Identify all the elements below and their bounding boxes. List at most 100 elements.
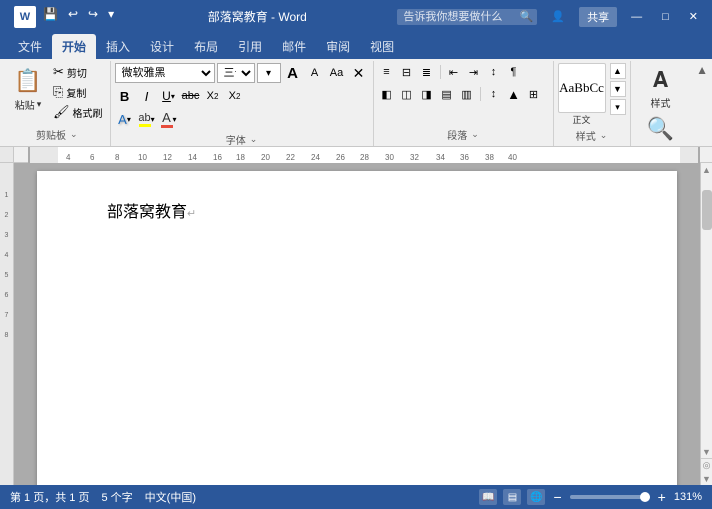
sort-button[interactable]: ↕ — [485, 63, 503, 81]
style-more-button[interactable]: ▾ — [610, 99, 626, 115]
styles-btn[interactable]: 𝐀 样式 — [645, 65, 677, 112]
ruler-num-20: 20 — [261, 153, 270, 162]
minimize-button[interactable]: — — [625, 9, 648, 25]
zoom-minus-button[interactable]: − — [551, 489, 563, 505]
superscript-button[interactable]: X2 — [225, 86, 245, 106]
paragraph-expand-icon[interactable]: ⌄ — [471, 129, 479, 140]
case-button[interactable]: Aa — [327, 63, 347, 83]
tab-insert[interactable]: 插入 — [96, 34, 140, 59]
tab-references[interactable]: 引用 — [228, 34, 272, 59]
style-normal-box[interactable]: AaBbCc — [558, 63, 606, 113]
copy-button[interactable]: ⎘ 复制 — [50, 83, 106, 101]
decrease-indent-button[interactable]: ⇤ — [445, 63, 463, 81]
tab-review[interactable]: 审阅 — [316, 34, 360, 59]
italic-button[interactable]: I — [137, 86, 157, 106]
font-size-select[interactable]: 三号 — [217, 63, 255, 83]
line-spacing-button[interactable]: ↕ — [485, 85, 503, 103]
highlight-button[interactable]: ab ▾ — [137, 109, 157, 129]
grow-font-button[interactable]: A — [283, 63, 303, 83]
font-color-dropdown[interactable]: ▾ — [173, 115, 177, 124]
styles-content: AaBbCc 正文 ▲ ▼ ▾ — [558, 61, 626, 126]
size-num-label[interactable]: ▾ — [257, 63, 281, 83]
shading-icon: ▲ — [507, 87, 520, 102]
shrink-font-button[interactable]: A — [305, 63, 325, 83]
zoom-slider[interactable] — [570, 495, 650, 499]
tab-design[interactable]: 设计 — [140, 34, 184, 59]
show-marks-button[interactable]: ¶ — [505, 63, 523, 81]
user-icon[interactable]: 👤 — [545, 8, 571, 25]
shading-button[interactable]: ▲ — [505, 85, 523, 103]
title-bar-right: 🔍 👤 共享 — □ ✕ — [397, 7, 704, 27]
format-painter-button[interactable]: 🖌 格式刷 — [50, 103, 106, 121]
next-page-button[interactable]: ▼ — [701, 472, 712, 485]
text-effect-dropdown[interactable]: ▾ — [127, 115, 131, 124]
style-down-button[interactable]: ▼ — [610, 81, 626, 97]
web-view-button[interactable]: 🌐 — [527, 489, 545, 505]
align-distribute-button[interactable]: ▥ — [458, 85, 476, 103]
document-page[interactable]: 部落窝教育↵ — [37, 171, 677, 485]
ruler-left-indent — [30, 147, 58, 163]
copy-icon: ⎘ — [53, 84, 63, 100]
align-right-button[interactable]: ◨ — [418, 85, 436, 103]
tab-layout[interactable]: 布局 — [184, 34, 228, 59]
collapse-icon: ▲ — [696, 63, 708, 77]
strikethrough-button[interactable]: abc — [181, 86, 201, 106]
restore-button[interactable]: □ — [656, 9, 675, 25]
paste-dropdown-icon[interactable]: ▾ — [37, 99, 42, 110]
zoom-thumb[interactable] — [640, 492, 650, 502]
font-expand-icon[interactable]: ⌄ — [250, 134, 258, 145]
underline-button[interactable]: U ▾ — [159, 86, 179, 106]
save-icon[interactable]: 💾 — [40, 6, 61, 28]
justify-button[interactable]: ▤ — [438, 85, 456, 103]
bullets-button[interactable]: ≡ — [378, 63, 396, 81]
multilevel-list-button[interactable]: ≣ — [418, 63, 436, 81]
underline-dropdown[interactable]: ▾ — [171, 92, 175, 101]
scroll-thumb[interactable] — [702, 190, 712, 230]
close-button[interactable]: ✕ — [683, 8, 704, 25]
clipboard-expand-icon[interactable]: ⌄ — [70, 129, 78, 140]
print-view-button[interactable]: ▤ — [503, 489, 521, 505]
cut-icon: ✂ — [53, 64, 64, 80]
paste-icon: 📋 — [12, 65, 44, 97]
tab-mailings[interactable]: 邮件 — [272, 34, 316, 59]
bold-button[interactable]: B — [115, 86, 135, 106]
subscript-button[interactable]: X2 — [203, 86, 223, 106]
tab-view[interactable]: 视图 — [360, 34, 404, 59]
style-up-button[interactable]: ▲ — [610, 63, 626, 79]
title-bar-left: W 💾 ↩ ↪ ▾ — [8, 6, 117, 28]
document-area[interactable]: 部落窝教育↵ — [14, 163, 700, 485]
scroll-down-button[interactable]: ▼ — [701, 445, 712, 458]
numbering-button[interactable]: ⊟ — [398, 63, 416, 81]
tab-file[interactable]: 文件 — [8, 34, 52, 59]
align-left-button[interactable]: ◧ — [378, 85, 396, 103]
scroll-up-button[interactable]: ▲ — [701, 163, 712, 176]
cut-button[interactable]: ✂ 剪切 — [50, 63, 106, 81]
paste-label-row: 粘贴 ▾ — [15, 97, 42, 112]
collapse-ribbon-button[interactable]: ▲ — [692, 61, 712, 146]
styles-expand-icon[interactable]: ⌄ — [600, 130, 608, 141]
font-color-button[interactable]: A ▾ — [159, 109, 179, 129]
zoom-plus-button[interactable]: + — [656, 489, 668, 505]
read-view-button[interactable]: 📖 — [479, 489, 497, 505]
qa-dropdown-icon[interactable]: ▾ — [105, 6, 117, 28]
font-name-select[interactable]: 微软雅黑 — [115, 63, 215, 83]
increase-indent-button[interactable]: ⇥ — [465, 63, 483, 81]
document-content[interactable]: 部落窝教育↵ — [107, 201, 617, 225]
text-effect-button[interactable]: A ▾ — [115, 109, 135, 129]
highlight-dropdown[interactable]: ▾ — [151, 115, 155, 124]
border-button[interactable]: ⊞ — [525, 85, 543, 103]
paste-button[interactable]: 📋 粘贴 ▾ — [8, 63, 48, 114]
search-input[interactable] — [397, 9, 537, 25]
word-logo: W — [14, 6, 36, 28]
vertical-scrollbar[interactable]: ▲ ▼ ◎ ▼ — [700, 163, 712, 485]
prev-page-button[interactable]: ◎ — [701, 459, 712, 472]
undo-icon[interactable]: ↩ — [65, 6, 81, 28]
redo-icon[interactable]: ↪ — [85, 6, 101, 28]
clear-format-button[interactable]: ✕ — [349, 63, 369, 83]
share-button[interactable]: 共享 — [579, 7, 617, 27]
align-center-button[interactable]: ◫ — [398, 85, 416, 103]
ruler-num-28: 28 — [360, 153, 369, 162]
ruler-num-34: 34 — [436, 153, 445, 162]
tab-home[interactable]: 开始 — [52, 34, 96, 59]
paragraph-label-text: 段落 — [447, 127, 467, 142]
